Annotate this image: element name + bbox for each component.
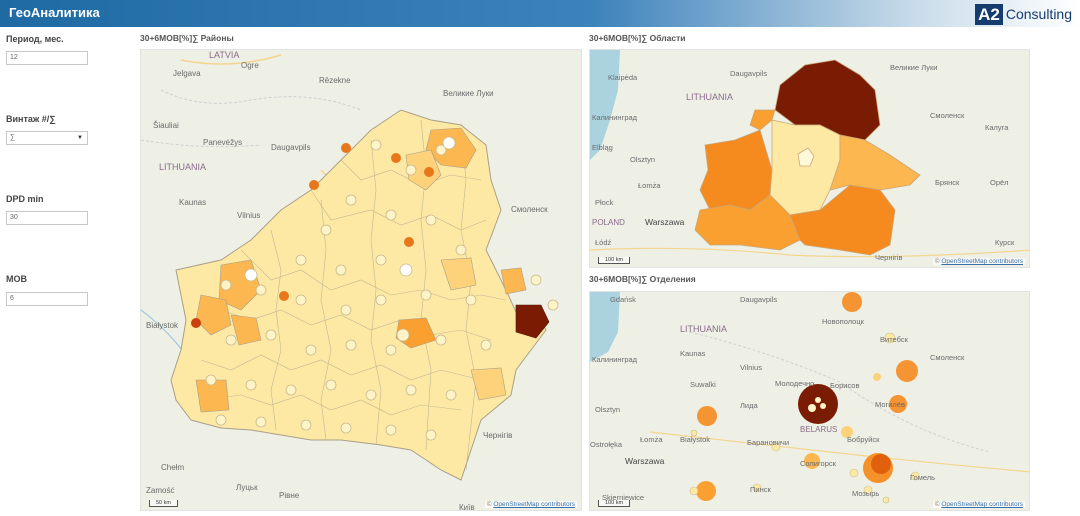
- svg-text:Warszawa: Warszawa: [645, 217, 685, 227]
- svg-text:Брянск: Брянск: [935, 178, 960, 187]
- svg-text:Мозырь: Мозырь: [852, 489, 879, 498]
- svg-text:Витебск: Витебск: [880, 335, 909, 344]
- vintage-select[interactable]: ∑ ▼: [6, 131, 88, 145]
- svg-text:Łódź: Łódź: [595, 238, 612, 247]
- svg-text:Suwalki: Suwalki: [690, 380, 716, 389]
- svg-text:Płock: Płock: [595, 198, 614, 207]
- svg-text:Panevėžys: Panevėžys: [203, 138, 242, 147]
- svg-text:Бобруйск: Бобруйск: [847, 435, 880, 444]
- svg-text:Барановичи: Барановичи: [747, 438, 789, 447]
- svg-text:Vilnius: Vilnius: [237, 211, 260, 220]
- districts-scale-bar: 50 km: [149, 500, 178, 507]
- svg-text:Łomża: Łomża: [640, 435, 663, 444]
- svg-text:Луцьк: Луцьк: [236, 483, 258, 492]
- svg-text:Jelgava: Jelgava: [173, 69, 201, 78]
- svg-text:Elbląg: Elbląg: [592, 143, 613, 152]
- regions-title: 30+6MOB[%]∑ Области: [589, 33, 686, 43]
- svg-text:Klaipėda: Klaipėda: [608, 73, 638, 82]
- svg-text:Смоленск: Смоленск: [511, 205, 548, 214]
- svg-text:Białystok: Białystok: [680, 435, 710, 444]
- svg-text:Chełm: Chełm: [161, 463, 184, 472]
- label-lithuania: LITHUANIA: [159, 162, 206, 172]
- branches-attribution[interactable]: © OpenStreetMap contributors: [932, 501, 1025, 508]
- svg-text:Daugavpils: Daugavpils: [740, 295, 777, 304]
- company-logo: A2 Consulting: [975, 3, 1072, 25]
- svg-text:Rēzekne: Rēzekne: [319, 76, 351, 85]
- app-title: ГеоАналитика: [9, 5, 100, 20]
- svg-text:Калининград: Калининград: [592, 355, 638, 364]
- svg-text:Калининград: Калининград: [592, 113, 638, 122]
- svg-text:Курск: Курск: [995, 238, 1015, 247]
- vintage-select-value: ∑: [10, 134, 15, 141]
- svg-text:Орёл: Орёл: [990, 178, 1009, 187]
- svg-text:Лида: Лида: [740, 401, 758, 410]
- vintage-label: Винтаж #/∑: [6, 114, 56, 124]
- svg-text:Daugavpils: Daugavpils: [730, 69, 767, 78]
- districts-map[interactable]: LATVIA Jelgava Ogre Rēzekne Великие Луки…: [140, 49, 582, 511]
- svg-text:Новополоцк: Новополоцк: [822, 317, 865, 326]
- svg-text:Калуга: Калуга: [985, 123, 1009, 132]
- logo-text: Consulting: [1005, 6, 1072, 22]
- svg-text:Łomża: Łomża: [638, 181, 661, 190]
- branches-map[interactable]: Gdańsk Daugavpils Новополоцк Витебск Смо…: [589, 291, 1030, 511]
- svg-text:Zamość: Zamość: [146, 486, 174, 495]
- svg-text:Солигорск: Солигорск: [800, 459, 837, 468]
- branches-scale-bar: 100 km: [598, 500, 631, 507]
- svg-text:Великие Луки: Великие Луки: [890, 63, 937, 72]
- districts-attribution[interactable]: © OpenStreetMap contributors: [484, 501, 577, 508]
- branches-title: 30+6MOB[%]∑ Отделения: [589, 274, 696, 284]
- label-latvia: LATVIA: [209, 50, 239, 60]
- label-lithuania: LITHUANIA: [686, 92, 733, 102]
- label-lithuania: LITHUANIA: [680, 324, 727, 334]
- districts-title: 30+6MOB[%]∑ Районы: [140, 33, 234, 43]
- label-poland: POLAND: [592, 218, 625, 227]
- mob-label: МОВ: [6, 274, 27, 284]
- svg-text:Daugavpils: Daugavpils: [271, 143, 311, 152]
- svg-text:Kaunas: Kaunas: [680, 349, 706, 358]
- app-header: ГеоАналитика A2 Consulting: [0, 0, 1080, 27]
- logo-mark: A2: [975, 3, 1003, 25]
- regions-scale-bar: 100 km: [598, 257, 631, 264]
- svg-text:Київ: Київ: [459, 503, 475, 511]
- svg-text:Šiauliai: Šiauliai: [153, 121, 179, 130]
- svg-text:Рівне: Рівне: [279, 491, 300, 500]
- dpd-label: DPD min: [6, 194, 44, 204]
- svg-text:Смоленск: Смоленск: [930, 353, 965, 362]
- regions-attribution[interactable]: © OpenStreetMap contributors: [932, 258, 1025, 265]
- svg-text:Warszawa: Warszawa: [625, 456, 665, 466]
- mob-input[interactable]: 6: [6, 292, 88, 306]
- svg-text:Ogre: Ogre: [241, 61, 259, 70]
- districts-map-canvas: LATVIA Jelgava Ogre Rēzekne Великие Луки…: [141, 50, 581, 511]
- svg-text:Ostrołęka: Ostrołęka: [590, 440, 623, 449]
- chevron-down-icon: ▼: [77, 135, 83, 141]
- period-label: Период, мес.: [6, 34, 64, 44]
- svg-text:Смоленск: Смоленск: [930, 111, 965, 120]
- label-belarus: BELARUS: [800, 425, 837, 434]
- branches-map-canvas: Gdańsk Daugavpils Новополоцк Витебск Смо…: [590, 292, 1029, 510]
- svg-text:Гомель: Гомель: [910, 473, 935, 482]
- svg-text:Białystok: Białystok: [146, 321, 179, 330]
- svg-text:Gdańsk: Gdańsk: [610, 295, 636, 304]
- svg-text:Olsztyn: Olsztyn: [595, 405, 620, 414]
- svg-text:Vilnius: Vilnius: [740, 363, 762, 372]
- svg-text:Борисов: Борисов: [830, 381, 859, 390]
- svg-text:Kaunas: Kaunas: [179, 198, 206, 207]
- regions-map[interactable]: Klaipėda Daugavpils LITHUANIA Калинингра…: [589, 49, 1030, 268]
- regions-map-canvas: Klaipėda Daugavpils LITHUANIA Калинингра…: [590, 50, 1029, 267]
- dpd-input[interactable]: 30: [6, 211, 88, 225]
- svg-text:Чернігів: Чернігів: [875, 253, 903, 262]
- svg-text:Великие Луки: Великие Луки: [443, 89, 494, 98]
- period-input[interactable]: 12: [6, 51, 88, 65]
- svg-text:Olsztyn: Olsztyn: [630, 155, 655, 164]
- svg-text:Могилёв: Могилёв: [875, 400, 905, 409]
- svg-text:Пинск: Пинск: [750, 485, 771, 494]
- svg-text:Молодечно: Молодечно: [775, 379, 814, 388]
- svg-text:Чернігів: Чернігів: [483, 431, 512, 440]
